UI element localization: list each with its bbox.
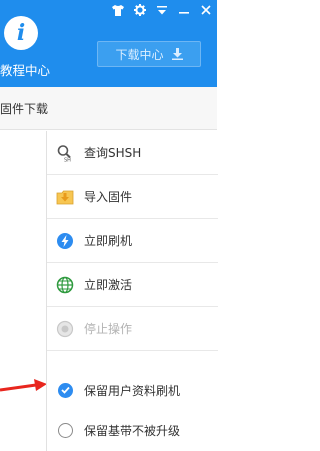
firmware-list-area [0, 131, 46, 451]
action-label: 查询SHSH [84, 146, 142, 160]
action-panel: SH 查询SHSH 导入固件 立即刷机 立即激活 停止操作 保留用户资料刷机 保… [46, 131, 218, 451]
gear-icon [134, 4, 146, 16]
settings-button[interactable] [129, 0, 151, 20]
import-firmware-button[interactable]: 导入固件 [47, 175, 218, 219]
tab-firmware-download[interactable]: 固件下载 [0, 100, 48, 117]
close-button[interactable] [195, 0, 217, 20]
stop-icon [56, 320, 74, 337]
tutorial-center-label[interactable]: 教程中心 [0, 60, 50, 79]
stop-operation-button[interactable]: 停止操作 [47, 307, 218, 351]
globe-activate-icon [56, 276, 74, 293]
minimize-button[interactable] [173, 0, 195, 20]
skin-button[interactable] [107, 0, 129, 20]
query-shsh-button[interactable]: SH 查询SHSH [47, 131, 218, 175]
option-label: 保留用户资料刷机 [84, 383, 181, 398]
action-label: 导入固件 [84, 190, 133, 204]
download-center-label: 下载中心 [115, 47, 164, 62]
tutorial-logo[interactable]: i [4, 16, 38, 50]
activate-now-button[interactable]: 立即激活 [47, 263, 218, 307]
window-controls [107, 0, 217, 20]
keep-baseband-checkbox[interactable]: 保留基带不被升级 [47, 418, 218, 442]
unchecked-radio-icon [58, 422, 73, 438]
svg-text:SH: SH [64, 157, 71, 162]
close-icon [201, 5, 211, 15]
menu-icon [157, 5, 167, 14]
flash-now-button[interactable]: 立即刷机 [47, 219, 218, 263]
download-icon [171, 48, 183, 60]
red-arrow-annotation [0, 379, 47, 392]
tshirt-icon [112, 4, 124, 16]
action-label: 立即刷机 [84, 234, 133, 248]
minimize-icon [179, 12, 189, 14]
action-label: 停止操作 [84, 322, 133, 336]
keep-user-data-checkbox[interactable]: 保留用户资料刷机 [47, 378, 218, 402]
tab-bar: 固件下载 [0, 87, 217, 130]
logo-letter: i [16, 20, 26, 46]
import-folder-icon [56, 190, 74, 204]
option-label: 保留基带不被升级 [84, 423, 181, 438]
menu-button[interactable] [151, 0, 173, 20]
app-header: i 教程中心 下载中心 [0, 0, 217, 87]
download-center-button[interactable]: 下载中心 [97, 41, 201, 67]
flash-lightning-icon [57, 232, 73, 249]
search-shsh-icon: SH [57, 144, 71, 162]
action-label: 立即激活 [84, 278, 133, 292]
checked-radio-icon [58, 382, 73, 398]
